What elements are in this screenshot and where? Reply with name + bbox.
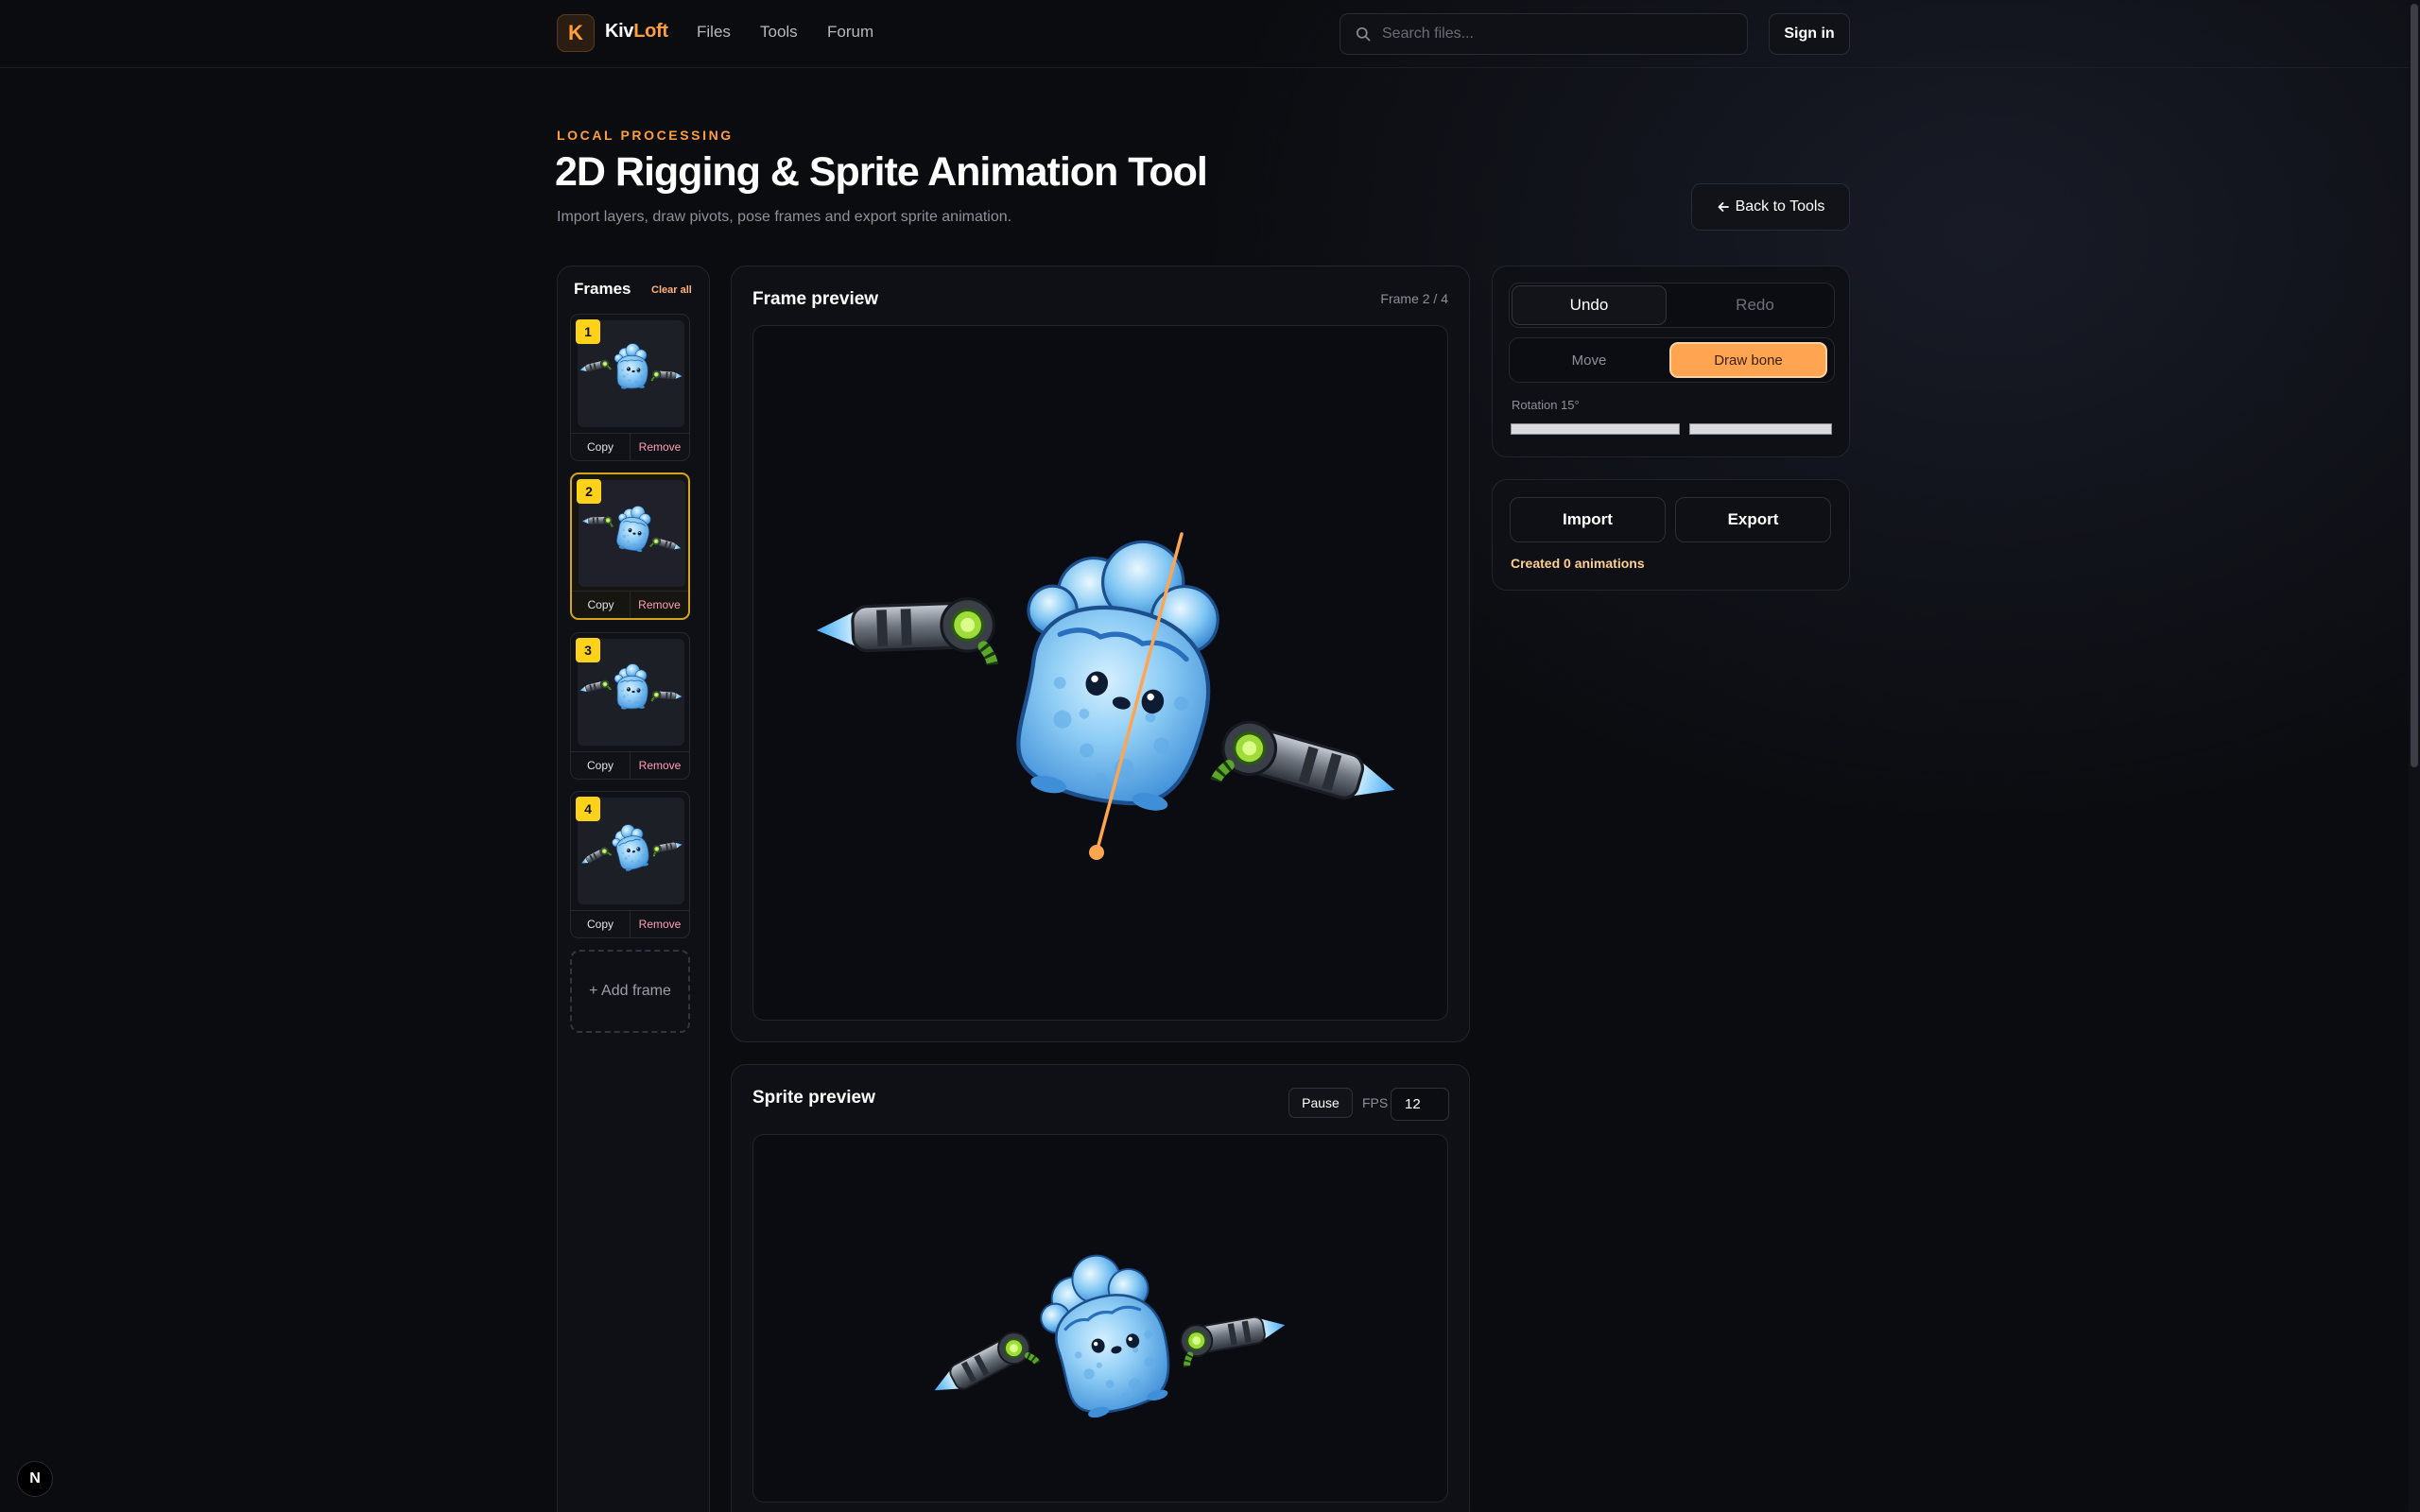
frame-number-badge: 4 (576, 797, 600, 821)
sign-in-button[interactable]: Sign in (1769, 13, 1850, 55)
frame-card-3[interactable]: 3 Copy Remove (570, 632, 690, 780)
frame-actions: Copy Remove (571, 433, 689, 460)
import-button[interactable]: Import (1510, 497, 1666, 542)
logo-icon[interactable]: K (557, 14, 595, 52)
arrow-left-icon (1718, 202, 1729, 212)
fps-input[interactable] (1391, 1088, 1449, 1121)
rotation-label: Rotation 15° (1512, 398, 1580, 412)
frame-preview-title: Frame preview (752, 289, 879, 309)
sprite-canvas (752, 1134, 1448, 1503)
remove-frame-button[interactable]: Remove (631, 434, 689, 460)
frame-actions: Copy Remove (571, 751, 689, 779)
clear-all-button[interactable]: Clear all (651, 284, 692, 296)
remove-frame-button[interactable]: Remove (631, 752, 689, 779)
mode-controls: Move Draw bone (1509, 337, 1835, 383)
frames-title: Frames (574, 280, 631, 298)
search-icon (1356, 26, 1371, 42)
frame-card-2[interactable]: 2 Copy Remove (570, 472, 690, 620)
remove-frame-button[interactable]: Remove (631, 911, 689, 937)
remove-frame-button[interactable]: Remove (631, 592, 688, 618)
import-export-panel: Import Export Created 0 animations (1492, 479, 1850, 591)
frame-actions: Copy Remove (572, 591, 688, 618)
redo-button[interactable]: Redo (1678, 285, 1832, 325)
frame-preview-panel: Frame preview Frame 2 / 4 (731, 266, 1470, 1042)
frame-card-1[interactable]: 1 Copy Remove (570, 314, 690, 461)
brand-part-1: Kiv (605, 21, 634, 42)
sprite-preview-panel: Sprite preview Pause FPS (731, 1064, 1470, 1512)
nav-link-files[interactable]: Files (697, 23, 731, 42)
page-subtitle: Import layers, draw pivots, pose frames … (557, 209, 1012, 225)
frames-panel: Frames Clear all 1 Copy Remove 2 Copy Re… (557, 266, 710, 1512)
tools-panel: Undo Redo Move Draw bone Rotation 15° (1492, 266, 1850, 457)
copy-frame-button[interactable]: Copy (571, 752, 631, 779)
copy-frame-button[interactable]: Copy (572, 592, 631, 618)
brand-part-2: Loft (633, 21, 668, 42)
bone-pivot-handle[interactable] (1089, 845, 1104, 860)
top-nav: K KivLoft Files Tools Forum Sign in (0, 0, 2409, 68)
rotation-slider-right[interactable] (1689, 423, 1832, 435)
search-box[interactable] (1340, 13, 1748, 55)
pause-button[interactable]: Pause (1288, 1088, 1353, 1118)
frame-number-badge: 2 (577, 479, 601, 504)
frame-actions: Copy Remove (571, 910, 689, 937)
page-title: 2D Rigging & Sprite Animation Tool (555, 149, 1208, 195)
framework-badge-icon[interactable]: N (17, 1461, 53, 1497)
brand-name[interactable]: KivLoft (605, 21, 668, 43)
copy-frame-button[interactable]: Copy (571, 911, 631, 937)
sprite-preview-title: Sprite preview (752, 1088, 875, 1108)
back-to-tools-label: Back to Tools (1735, 198, 1825, 215)
move-mode-button[interactable]: Move (1512, 341, 1667, 379)
frame-number-badge: 3 (576, 638, 600, 662)
fps-label: FPS (1362, 1095, 1389, 1110)
back-to-tools-button[interactable]: Back to Tools (1691, 183, 1850, 231)
logo-letter: K (568, 21, 583, 44)
nav-link-forum[interactable]: Forum (827, 23, 873, 42)
frame-number-badge: 1 (576, 319, 600, 344)
history-controls: Undo Redo (1509, 283, 1835, 328)
nav-link-tools[interactable]: Tools (760, 23, 798, 42)
animation-status: Created 0 animations (1511, 556, 1645, 571)
export-button[interactable]: Export (1675, 497, 1831, 542)
draw-bone-mode-button[interactable]: Draw bone (1669, 342, 1827, 378)
frame-counter: Frame 2 / 4 (1380, 291, 1448, 306)
add-frame-button[interactable]: + Add frame (570, 950, 690, 1033)
frame-card-4[interactable]: 4 Copy Remove (570, 791, 690, 938)
page-scrollbar-thumb[interactable] (2411, 4, 2418, 767)
sprite-animation-image (753, 1135, 1448, 1503)
search-input[interactable] (1382, 26, 1722, 43)
copy-frame-button[interactable]: Copy (571, 434, 631, 460)
rotation-slider-left[interactable] (1511, 423, 1680, 435)
rig-canvas[interactable] (752, 325, 1448, 1021)
eyebrow-label: LOCAL PROCESSING (557, 128, 734, 143)
undo-button[interactable]: Undo (1512, 285, 1667, 325)
creature-rig-image (753, 326, 1448, 1021)
